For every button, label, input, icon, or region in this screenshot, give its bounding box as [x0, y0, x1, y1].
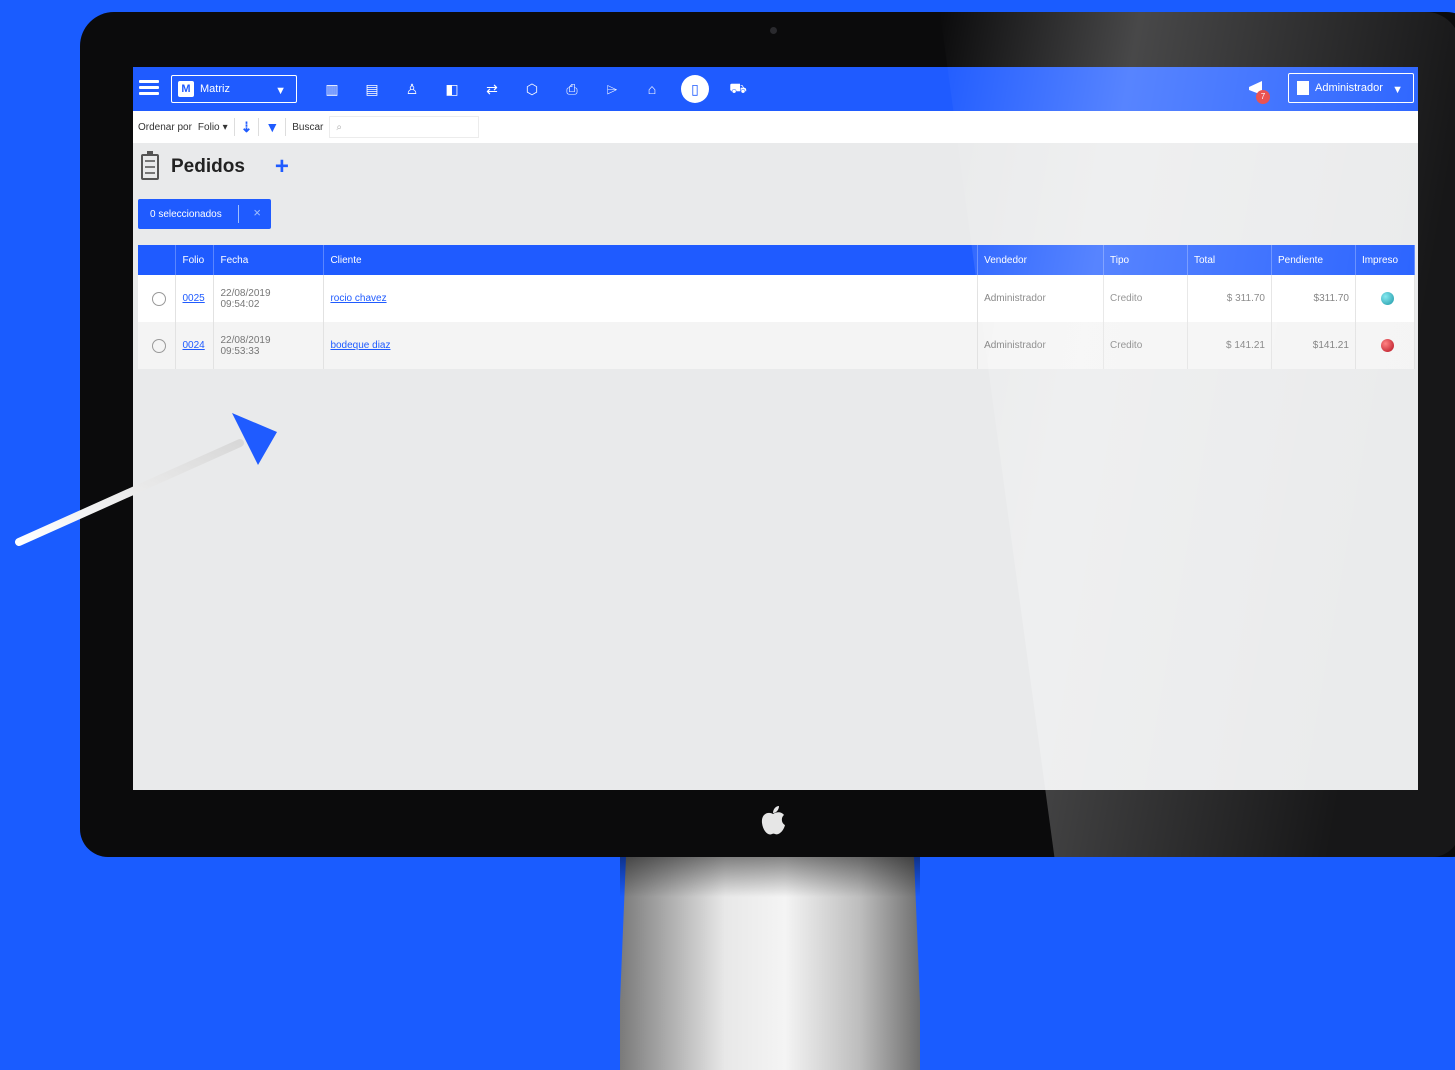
header-vendedor[interactable]: Vendedor: [977, 245, 1105, 275]
folio-cell: 0024: [175, 322, 215, 369]
branch-logo-icon: M: [178, 81, 194, 97]
sort-value: Folio: [197, 121, 220, 133]
chevron-down-icon: ▼: [1392, 84, 1403, 96]
top-navbar: M Matriz ▼ ▥ ▤ ♙ ◧ ⇄ ⬡ ⎙ ⌲ ⌂ ▯ ⛟ 7 Admin…: [133, 67, 1418, 111]
toolbar: Ordenar por Folio ▾ ⇣ ▼ Buscar ⌕: [133, 111, 1418, 143]
camera: [770, 27, 777, 34]
chart-icon[interactable]: ▥: [321, 77, 343, 101]
status-dot-icon: [1381, 339, 1395, 352]
menu-icon[interactable]: [139, 80, 159, 96]
fecha-cell: 22/08/2019 09:54:02: [213, 275, 325, 322]
divider: [258, 118, 260, 136]
selected-count: 0 seleccionados: [150, 208, 222, 220]
vendedor-cell: Administrador: [977, 322, 1105, 369]
notification-badge: 7: [1256, 90, 1270, 104]
header-total[interactable]: Total: [1187, 245, 1272, 275]
add-button[interactable]: +: [275, 153, 289, 181]
clear-selection-icon[interactable]: ×: [253, 205, 261, 220]
vendedor-cell: Administrador: [977, 275, 1105, 322]
header-folio[interactable]: Folio: [175, 245, 215, 275]
clipboard-icon[interactable]: ▯: [681, 75, 709, 103]
cart-icon[interactable]: ⛟: [727, 77, 749, 101]
page-title: Pedidos: [171, 156, 245, 177]
box-icon[interactable]: ⬡: [521, 77, 543, 101]
divider: [233, 118, 235, 136]
tipo-cell: Credito: [1103, 322, 1188, 369]
cliente-link[interactable]: rocio chavez: [330, 293, 386, 304]
filter-icon[interactable]: ▼: [265, 119, 279, 135]
time: 09:54:02: [220, 298, 260, 310]
status-dot-icon: [1381, 292, 1395, 305]
printer-icon[interactable]: ⎙: [561, 77, 583, 101]
user-name: Administrador: [1315, 82, 1383, 94]
row-select-cell: [138, 322, 177, 369]
cliente-cell: rocio chavez: [323, 275, 979, 322]
page-header: Pedidos +: [141, 151, 289, 181]
row-radio[interactable]: [152, 338, 166, 353]
search-icon: ⌕: [336, 121, 342, 133]
cliente-cell: bodeque diaz: [323, 322, 979, 369]
header-tipo[interactable]: Tipo: [1103, 245, 1188, 275]
sort-order-icon[interactable]: ⇣: [241, 119, 253, 136]
table-header: Folio Fecha Cliente Vendedor Tipo Total …: [138, 245, 1416, 275]
row-select-cell: [138, 275, 177, 322]
cash-icon[interactable]: ◧: [441, 77, 463, 101]
basket-icon[interactable]: ⌂: [641, 77, 663, 101]
row-radio[interactable]: [152, 291, 166, 306]
person-icon[interactable]: ♙: [401, 77, 423, 101]
sort-select[interactable]: Folio ▾: [198, 122, 228, 133]
total-cell: $ 141.21: [1187, 322, 1272, 369]
impreso-cell: [1355, 322, 1416, 369]
apple-logo-icon: [761, 806, 785, 835]
branch-label: Matriz: [200, 83, 230, 95]
pointer-arrow-icon: [15, 413, 277, 546]
transfer-icon[interactable]: ⇄: [481, 77, 503, 101]
impreso-cell: [1355, 275, 1416, 322]
tag-icon[interactable]: ⌲: [601, 77, 623, 101]
header-pendiente[interactable]: Pendiente: [1271, 245, 1356, 275]
module-icons: ▥ ▤ ♙ ◧ ⇄ ⬡ ⎙ ⌲ ⌂ ▯ ⛟: [321, 75, 749, 103]
selection-indicator[interactable]: 0 seleccionados ×: [138, 199, 271, 229]
table-row[interactable]: 0025 22/08/2019 09:54:02 rocio chavez Adm…: [138, 275, 1416, 322]
fecha-cell: 22/08/2019 09:53:33: [213, 322, 325, 369]
table-row[interactable]: 0024 22/08/2019 09:53:33 bodeque diaz Adm…: [138, 322, 1416, 369]
time: 09:53:33: [220, 345, 260, 357]
chevron-down-icon: ▼: [275, 85, 286, 97]
branch-selector[interactable]: M Matriz ▼: [171, 75, 297, 103]
cliente-link[interactable]: bodeque diaz: [330, 340, 390, 351]
divider: [238, 205, 239, 223]
header-fecha[interactable]: Fecha: [213, 245, 325, 275]
divider: [285, 118, 287, 136]
orders-table: Folio Fecha Cliente Vendedor Tipo Total …: [138, 245, 1416, 369]
header-cliente[interactable]: Cliente: [323, 245, 979, 275]
date: 22/08/2019: [220, 287, 271, 299]
sort-label: Ordenar por: [138, 121, 192, 133]
chevron-down-icon: ▾: [222, 121, 228, 133]
user-menu[interactable]: Administrador ▼: [1288, 73, 1414, 103]
stand-shadow: [620, 857, 920, 897]
user-icon: [1297, 81, 1309, 95]
header-impreso[interactable]: Impreso: [1355, 245, 1416, 275]
search-label: Buscar: [292, 121, 324, 133]
date: 22/08/2019: [220, 334, 271, 346]
clipboard-icon: [141, 151, 159, 180]
total-cell: $ 311.70: [1187, 275, 1272, 322]
pendiente-cell: $311.70: [1271, 275, 1356, 322]
folio-cell: 0025: [175, 275, 215, 322]
header-select: [138, 245, 177, 275]
app-screen: M Matriz ▼ ▥ ▤ ♙ ◧ ⇄ ⬡ ⎙ ⌲ ⌂ ▯ ⛟ 7 Admin…: [133, 67, 1418, 790]
keyboard-icon[interactable]: ▤: [361, 77, 383, 101]
folio-link[interactable]: 0025: [182, 293, 204, 304]
pendiente-cell: $141.21: [1271, 322, 1356, 369]
notifications-button[interactable]: 7: [1246, 78, 1270, 104]
search-input[interactable]: ⌕: [329, 116, 480, 138]
tipo-cell: Credito: [1103, 275, 1188, 322]
folio-link[interactable]: 0024: [182, 340, 204, 351]
